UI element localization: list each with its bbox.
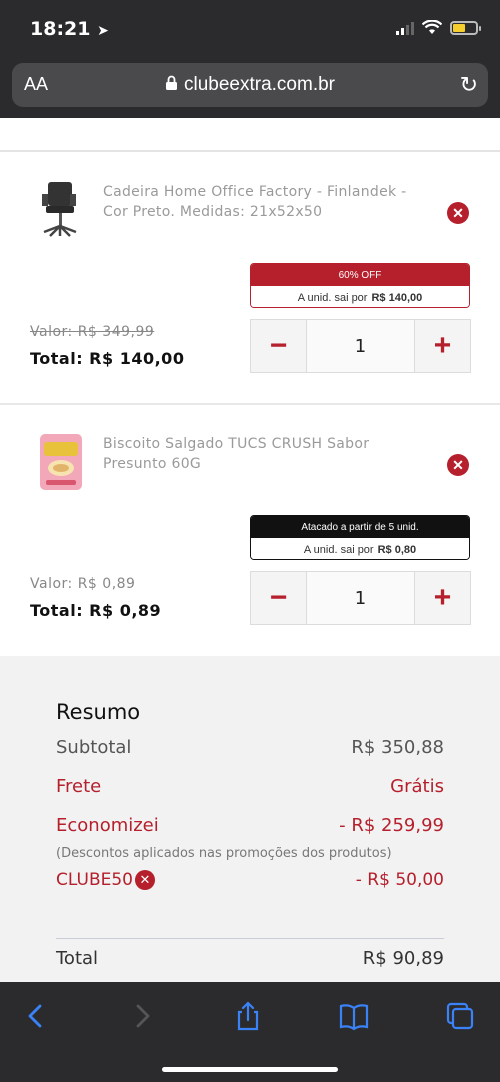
status-time: 18:21 ➤ bbox=[30, 18, 109, 40]
bookmarks-icon[interactable] bbox=[338, 1000, 370, 1032]
product-image-chair bbox=[42, 182, 77, 237]
url-text: clubeextra.com.br bbox=[183, 74, 335, 95]
home-indicator bbox=[162, 1067, 338, 1072]
decrease-button[interactable]: − bbox=[251, 572, 306, 624]
promo-title: 60% OFF bbox=[251, 264, 469, 286]
quantity-stepper: − 1 + bbox=[250, 571, 471, 625]
shipping-value: Grátis bbox=[390, 776, 444, 797]
savings-label: Economizei bbox=[56, 815, 159, 836]
divider bbox=[56, 938, 444, 939]
total-value: R$ 90,89 bbox=[362, 948, 444, 969]
quantity-stepper: − 1 + bbox=[250, 319, 471, 373]
remove-item-button[interactable]: ✕ bbox=[447, 202, 469, 224]
forward-icon[interactable] bbox=[126, 1000, 158, 1032]
url-bar[interactable]: AA clubeextra.com.br ↻ bbox=[12, 63, 488, 107]
item-value: Valor: R$ 0,89 bbox=[30, 576, 136, 592]
coupon-code: CLUBE50 ✕ bbox=[56, 870, 155, 890]
cart-item: Biscoito Salgado TUCS CRUSH Sabor Presun… bbox=[0, 370, 500, 656]
total-label: Total bbox=[56, 948, 99, 969]
increase-button[interactable]: + bbox=[415, 320, 470, 372]
discount-note: (Descontos aplicados nas promoções dos p… bbox=[56, 846, 392, 861]
subtotal-label: Subtotal bbox=[56, 737, 132, 758]
promo-title: Atacado a partir de 5 unid. bbox=[251, 516, 469, 538]
url-field[interactable]: clubeextra.com.br bbox=[12, 74, 488, 96]
back-icon[interactable] bbox=[20, 1000, 52, 1032]
item-total: Total: R$ 0,89 bbox=[30, 601, 162, 620]
close-icon: ✕ bbox=[452, 204, 464, 221]
coupon-value: - R$ 50,00 bbox=[355, 870, 444, 890]
minus-icon: − bbox=[269, 329, 288, 362]
promo-price: A unid. sai por R$ 0,80 bbox=[251, 538, 469, 559]
browser-url-area: AA clubeextra.com.br ↻ bbox=[0, 60, 500, 118]
subtotal-row: Subtotal R$ 350,88 bbox=[56, 737, 444, 758]
quantity-value[interactable]: 1 bbox=[306, 320, 415, 372]
wifi-icon bbox=[422, 20, 442, 34]
status-icons bbox=[396, 20, 481, 35]
decrease-button[interactable]: − bbox=[251, 320, 306, 372]
close-icon: ✕ bbox=[452, 456, 464, 473]
total-row: Total R$ 90,89 bbox=[56, 948, 444, 969]
cart-item: Cadeira Home Office Factory - Finlandek … bbox=[0, 118, 500, 404]
minus-icon: − bbox=[269, 581, 288, 614]
quantity-value[interactable]: 1 bbox=[306, 572, 415, 624]
order-summary: Resumo Subtotal R$ 350,88 Frete Grátis E… bbox=[0, 656, 500, 982]
remove-coupon-button[interactable]: ✕ bbox=[134, 870, 155, 890]
lock-icon bbox=[165, 75, 177, 90]
promo-badge: 60% OFF A unid. sai por R$ 140,00 bbox=[250, 263, 470, 308]
product-name[interactable]: Biscoito Salgado TUCS CRUSH Sabor Presun… bbox=[103, 434, 423, 474]
tabs-icon[interactable] bbox=[444, 1000, 476, 1032]
old-price: Valor: R$ 349,99 bbox=[30, 324, 155, 340]
cart-content: Cadeira Home Office Factory - Finlandek … bbox=[0, 118, 500, 982]
savings-value: - R$ 259,99 bbox=[339, 815, 444, 836]
subtotal-value: R$ 350,88 bbox=[351, 737, 444, 758]
promo-price: A unid. sai por R$ 140,00 bbox=[251, 286, 469, 307]
share-icon[interactable] bbox=[232, 1000, 264, 1032]
reload-icon[interactable]: ↻ bbox=[460, 72, 478, 98]
promo-badge: Atacado a partir de 5 unid. A unid. sai … bbox=[250, 515, 470, 560]
remove-item-button[interactable]: ✕ bbox=[447, 454, 469, 476]
shipping-label: Frete bbox=[56, 776, 102, 797]
signal-icon bbox=[396, 21, 414, 35]
shipping-row: Frete Grátis bbox=[56, 776, 444, 797]
plus-icon: + bbox=[433, 329, 452, 362]
status-bar: 18:21 ➤ bbox=[0, 0, 500, 60]
savings-row: Economizei - R$ 259,99 bbox=[56, 815, 444, 836]
product-image-biscuit bbox=[40, 434, 82, 490]
product-name[interactable]: Cadeira Home Office Factory - Finlandek … bbox=[103, 182, 423, 222]
battery-icon bbox=[450, 20, 481, 35]
plus-icon: + bbox=[433, 581, 452, 614]
item-total: Total: R$ 140,00 bbox=[30, 349, 185, 368]
increase-button[interactable]: + bbox=[415, 572, 470, 624]
coupon-row: CLUBE50 ✕ - R$ 50,00 bbox=[56, 870, 444, 890]
browser-toolbar bbox=[0, 982, 500, 1082]
summary-title: Resumo bbox=[56, 700, 141, 724]
